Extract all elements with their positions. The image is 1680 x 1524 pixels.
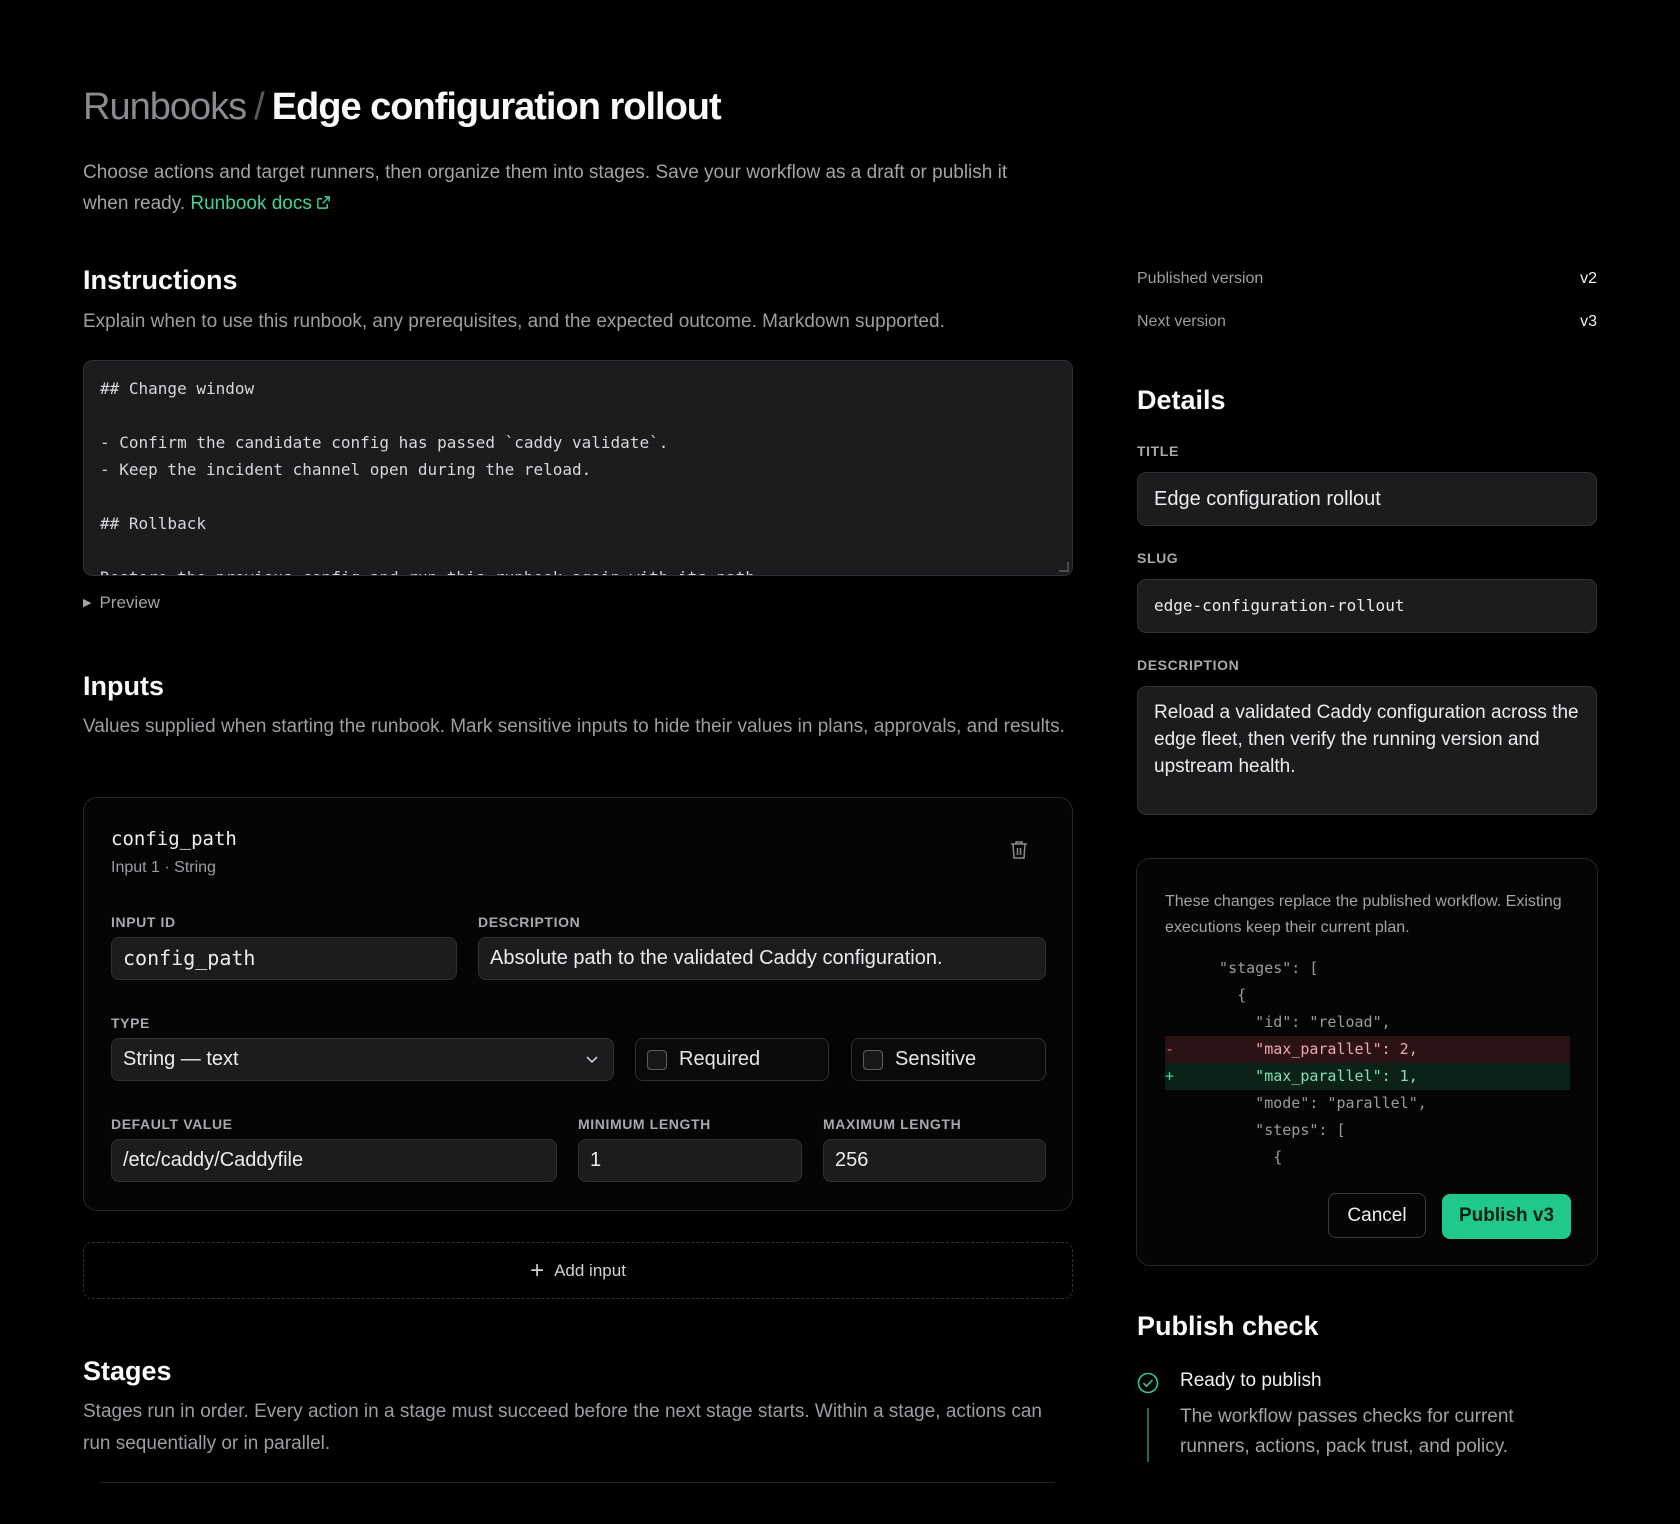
- publish-check-detail: The workflow passes checks for current r…: [1180, 1406, 1514, 1457]
- diff-line: "stages": [: [1201, 959, 1319, 977]
- minimum-length-field[interactable]: 1: [578, 1139, 802, 1182]
- checkbox-box[interactable]: [863, 1050, 883, 1070]
- type-select[interactable]: String — text: [111, 1038, 614, 1081]
- maximum-length-field[interactable]: 256: [823, 1139, 1046, 1182]
- default-value-label: DEFAULT VALUE: [111, 1116, 233, 1132]
- description-field[interactable]: Reload a validated Caddy configuration a…: [1137, 686, 1597, 815]
- runbook-docs-label: Runbook docs: [190, 193, 312, 214]
- input-card: config_path Input 1 · String INPUT ID co…: [83, 797, 1073, 1211]
- sensitive-label: Sensitive: [895, 1048, 977, 1070]
- required-label: Required: [679, 1048, 761, 1070]
- input-id-field[interactable]: config_path: [111, 937, 457, 980]
- breadcrumb-current: Edge configuration rollout: [271, 86, 722, 128]
- next-version-label: Next version: [1137, 313, 1226, 330]
- title-field[interactable]: Edge configuration rollout: [1137, 472, 1597, 526]
- input-card-meta: Input 1 · String: [111, 859, 216, 876]
- stages-subtitle: Stages run in order. Every action in a s…: [83, 1401, 1042, 1454]
- trash-icon[interactable]: [1010, 840, 1028, 860]
- breadcrumb-runbooks[interactable]: Runbooks: [83, 86, 247, 128]
- type-label: TYPE: [111, 1015, 150, 1031]
- page-intro: Choose actions and target runners, then …: [83, 157, 1013, 219]
- published-version-row: Published version v2: [1137, 270, 1597, 288]
- instructions-content: ## Change window - Confirm the candidate…: [100, 379, 765, 575]
- required-checkbox[interactable]: Required: [635, 1038, 829, 1081]
- diff-line-removed: - "max_parallel": 2,: [1165, 1036, 1570, 1063]
- maximum-length-label: MAXIMUM LENGTH: [823, 1116, 962, 1132]
- publish-check-heading: Publish check: [1137, 1311, 1319, 1341]
- published-version-label: Published version: [1137, 270, 1264, 287]
- slug-label: SLUG: [1137, 550, 1179, 566]
- default-value-field[interactable]: /etc/caddy/Caddyfile: [111, 1139, 557, 1182]
- input-card-name: config_path: [111, 828, 237, 850]
- diff-line-added: + "max_parallel": 1,: [1165, 1063, 1570, 1090]
- publish-button[interactable]: Publish v3: [1442, 1194, 1571, 1239]
- runbook-docs-link[interactable]: Runbook docs: [190, 193, 330, 214]
- add-input-button[interactable]: + Add input: [83, 1242, 1073, 1299]
- external-link-icon: [317, 196, 330, 209]
- diff-line: {: [1201, 1148, 1283, 1166]
- next-version-value: v3: [1580, 313, 1597, 330]
- input-id-label: INPUT ID: [111, 914, 176, 930]
- add-input-label: Add input: [554, 1261, 626, 1280]
- preview-label: Preview: [99, 593, 160, 612]
- next-version-row: Next version v3: [1137, 313, 1597, 331]
- diff-line: "mode": "parallel",: [1201, 1094, 1427, 1112]
- stages-heading: Stages: [83, 1356, 172, 1386]
- diff-line: "steps": [: [1201, 1121, 1346, 1139]
- inputs-heading: Inputs: [83, 671, 164, 701]
- input-description-field[interactable]: Absolute path to the validated Caddy con…: [478, 937, 1046, 980]
- sensitive-checkbox[interactable]: Sensitive: [851, 1038, 1046, 1081]
- checkbox-box[interactable]: [647, 1050, 667, 1070]
- slug-field[interactable]: edge-configuration-rollout: [1137, 579, 1597, 633]
- details-heading: Details: [1137, 385, 1226, 415]
- publish-check-status: Ready to publish: [1180, 1370, 1322, 1391]
- publish-dialog: These changes replace the published work…: [1136, 858, 1598, 1266]
- chevron-down-icon: [586, 1056, 598, 1064]
- publish-check-bar: [1147, 1408, 1149, 1462]
- caret-right-icon: ▶: [83, 597, 92, 609]
- minimum-length-label: MINIMUM LENGTH: [578, 1116, 711, 1132]
- page-title: Runbooks / Edge configuration rollout: [83, 86, 722, 129]
- resize-handle-icon[interactable]: [1059, 562, 1069, 572]
- divider: [100, 1482, 1055, 1483]
- plus-icon: +: [530, 1257, 545, 1284]
- diff-line: {: [1201, 986, 1247, 1004]
- input-description-label: DESCRIPTION: [478, 914, 581, 930]
- instructions-subtitle: Explain when to use this runbook, any pr…: [83, 311, 945, 332]
- check-circle-icon: [1137, 1372, 1159, 1394]
- diff-view: "stages": [ { "id": "reload", - "max_par…: [1165, 955, 1570, 1171]
- cancel-button[interactable]: Cancel: [1328, 1193, 1426, 1238]
- diff-line: "id": "reload",: [1201, 1013, 1391, 1031]
- instructions-heading: Instructions: [83, 265, 238, 295]
- type-select-value: String — text: [123, 1048, 239, 1070]
- inputs-subtitle: Values supplied when starting the runboo…: [83, 716, 1065, 737]
- title-label: TITLE: [1137, 443, 1179, 459]
- breadcrumb-separator: /: [254, 86, 265, 128]
- instructions-editor[interactable]: ## Change window - Confirm the candidate…: [83, 360, 1073, 576]
- published-version-value: v2: [1580, 270, 1597, 287]
- publish-note: These changes replace the published work…: [1165, 893, 1562, 936]
- preview-toggle[interactable]: ▶ Preview: [83, 593, 160, 613]
- description-label: DESCRIPTION: [1137, 657, 1240, 673]
